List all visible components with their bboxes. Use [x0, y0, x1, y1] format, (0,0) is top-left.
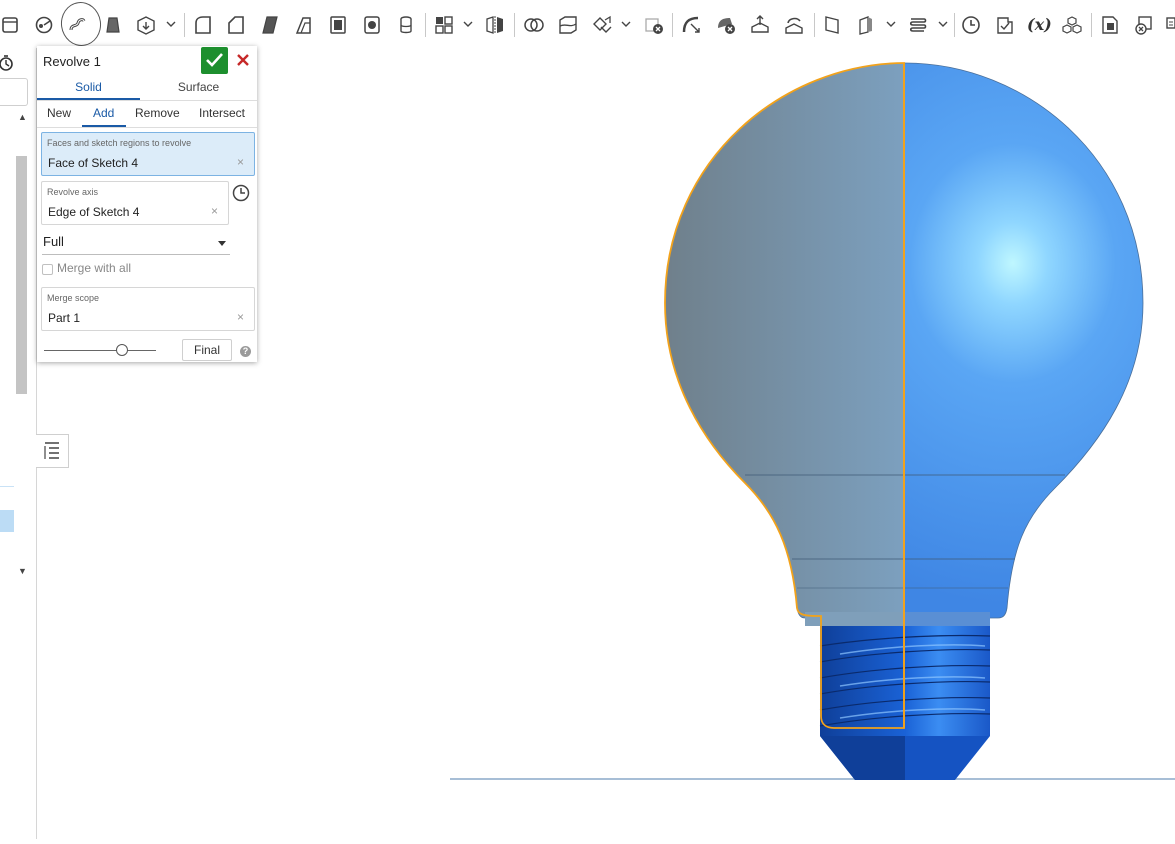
cancel-button[interactable]	[233, 50, 253, 70]
active-operation-indicator	[82, 125, 126, 127]
scroll-down-icon[interactable]: ▼	[18, 566, 27, 576]
wrap-icon[interactable]	[1133, 14, 1155, 36]
clear-icon[interactable]: ×	[237, 310, 244, 324]
split-icon[interactable]	[557, 14, 579, 36]
merge-with-all-label: Merge with all	[57, 261, 132, 275]
toolbar-divider	[425, 13, 426, 37]
hole-icon[interactable]	[327, 14, 349, 36]
configurations-icon[interactable]	[1061, 14, 1083, 36]
feature-list-toggle-button[interactable]	[36, 434, 69, 468]
operation-remove[interactable]: Remove	[135, 106, 180, 120]
toolbar-divider	[514, 13, 515, 37]
plane-icon[interactable]	[822, 14, 844, 36]
merge-scope-field[interactable]: Merge scope Part 1 ×	[41, 287, 255, 331]
operation-tabs: New Add Remove Intersect	[37, 101, 257, 128]
accept-button[interactable]	[201, 47, 228, 74]
chamfer-icon[interactable]	[225, 14, 247, 36]
merge-with-all-checkbox[interactable]	[42, 264, 53, 275]
scroll-up-icon[interactable]: ▲	[18, 112, 27, 122]
operation-intersect[interactable]: Intersect	[199, 106, 245, 120]
fillet-icon[interactable]	[192, 14, 214, 36]
field-label: Merge scope	[47, 293, 100, 303]
delete-face-icon[interactable]	[715, 14, 737, 36]
operation-add[interactable]: Add	[93, 106, 114, 120]
thicken-icon[interactable]	[395, 14, 417, 36]
toolbar-divider	[954, 13, 955, 37]
draft-icon[interactable]	[259, 14, 281, 36]
final-button[interactable]: Final	[182, 339, 232, 361]
toolbar-divider	[814, 13, 815, 37]
pattern-icon[interactable]	[433, 14, 455, 36]
revolve-type-select[interactable]: Full	[42, 232, 230, 255]
feature-row-divider	[0, 486, 14, 487]
loft-icon[interactable]	[135, 14, 157, 36]
close-icon	[237, 54, 249, 66]
import-icon[interactable]	[1165, 14, 1175, 36]
revolve-icon[interactable]	[67, 14, 89, 36]
feature-list-panel: ▲ ▼	[0, 48, 37, 839]
chevron-down-icon[interactable]	[463, 18, 473, 30]
tab-solid[interactable]: Solid	[37, 80, 140, 94]
graphics-viewport[interactable]	[400, 48, 1175, 839]
list-icon	[44, 442, 59, 459]
chevron-down-icon[interactable]	[166, 18, 176, 30]
field-value: Face of Sketch 4	[48, 156, 139, 170]
clear-icon[interactable]: ×	[211, 204, 218, 218]
rollback-timer-icon[interactable]	[0, 54, 18, 72]
dialog-title: Revolve 1	[43, 54, 101, 69]
shell-icon[interactable]	[293, 14, 315, 36]
chevron-down-icon[interactable]	[621, 18, 631, 30]
boolean-icon[interactable]	[523, 14, 545, 36]
caret-down-icon	[218, 241, 226, 246]
rollback-history-icon[interactable]	[231, 183, 251, 203]
preview-slider-track[interactable]	[44, 350, 156, 351]
tab-surface[interactable]: Surface	[147, 80, 250, 94]
replace-face-icon[interactable]	[783, 14, 805, 36]
field-label: Faces and sketch regions to revolve	[47, 138, 192, 148]
helix-icon[interactable]	[907, 14, 929, 36]
variable-icon[interactable]: (x)	[1027, 15, 1052, 34]
selected-feature-row[interactable]	[0, 510, 14, 532]
clear-icon[interactable]: ×	[237, 155, 244, 169]
move-face-icon[interactable]	[749, 14, 771, 36]
rib-icon[interactable]	[361, 14, 383, 36]
field-value: Edge of Sketch 4	[48, 205, 140, 219]
feature-list-scrollbar[interactable]: ▲ ▼	[16, 108, 30, 582]
scrollbar-thumb[interactable]	[16, 156, 27, 394]
screw-base[interactable]	[819, 626, 991, 780]
sketch-icon[interactable]	[0, 14, 22, 36]
measure-clock-icon[interactable]	[960, 14, 982, 36]
sweep-icon[interactable]	[102, 14, 124, 36]
toolbar-divider	[672, 13, 673, 37]
chevron-down-icon[interactable]	[886, 18, 896, 30]
chevron-down-icon[interactable]	[938, 18, 948, 30]
active-tab-indicator	[37, 98, 140, 100]
check-icon	[206, 53, 223, 67]
field-value: Part 1	[48, 311, 81, 325]
operation-new[interactable]: New	[47, 106, 71, 120]
model-view[interactable]	[400, 48, 1175, 839]
toolbar-divider	[1091, 13, 1092, 37]
faces-selection-field[interactable]: Faces and sketch regions to revolve Face…	[41, 132, 255, 176]
select-value: Full	[43, 234, 64, 249]
preview-slider-handle[interactable]	[116, 344, 128, 356]
extrude-icon[interactable]	[33, 14, 55, 36]
revolve-dialog: Revolve 1 Solid Surface New Add Remove I…	[37, 46, 257, 362]
help-icon[interactable]: ?	[240, 346, 251, 357]
derived-icon[interactable]	[1099, 14, 1121, 36]
transform-icon[interactable]	[591, 14, 613, 36]
mirror-icon[interactable]	[484, 14, 506, 36]
feature-filter-input[interactable]	[0, 78, 28, 106]
delete-part-icon[interactable]	[643, 14, 665, 36]
bulb-glass[interactable]	[660, 58, 1150, 628]
feature-toolbar: (x)	[0, 0, 1175, 49]
modify-fillet-icon[interactable]	[681, 14, 703, 36]
toolbar-divider	[184, 13, 185, 37]
revolve-axis-field[interactable]: Revolve axis Edge of Sketch 4 ×	[41, 181, 229, 225]
mate-connector-icon[interactable]	[855, 14, 877, 36]
replicate-icon[interactable]	[993, 14, 1015, 36]
field-label: Revolve axis	[47, 187, 99, 197]
